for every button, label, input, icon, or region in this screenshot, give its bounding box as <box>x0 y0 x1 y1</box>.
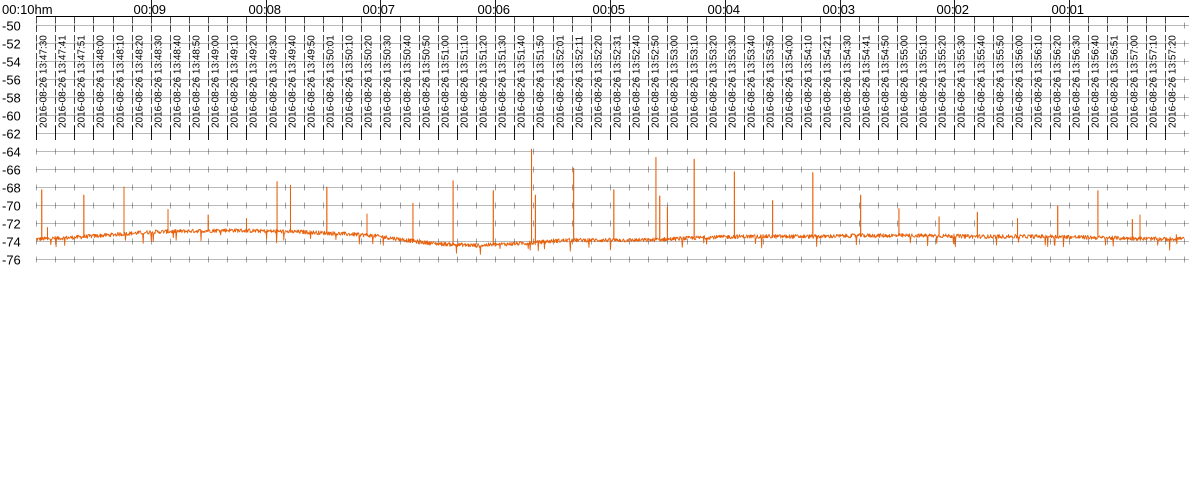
y-tick-label: -62 <box>2 127 21 142</box>
elapsed-label: 00:01 <box>1052 2 1085 17</box>
timestamp-label: 2016-08-26 13:52:11 <box>575 35 586 128</box>
timestamp-label: 2016-08-26 13:48:10 <box>116 35 127 128</box>
timestamp-label: 2016-08-26 13:53:10 <box>690 35 701 128</box>
timestamp-label: 2016-08-26 13:50:50 <box>422 35 433 128</box>
timestamp-label: 2016-08-26 13:48:30 <box>154 35 165 128</box>
elapsed-label: 00:03 <box>823 2 856 17</box>
timestamp-label: 2016-08-26 13:48:20 <box>135 35 146 128</box>
timestamp-label: 2016-08-26 13:55:50 <box>996 35 1007 128</box>
timestamp-label: 2016-08-26 13:54:10 <box>804 35 815 128</box>
elapsed-label: 00:08 <box>249 2 282 17</box>
timestamp-label: 2016-08-26 13:56:20 <box>1053 35 1064 128</box>
timestamp-label: 2016-08-26 13:55:40 <box>977 35 988 128</box>
timestamp-label: 2016-08-26 13:56:30 <box>1072 35 1083 128</box>
timestamp-label: 2016-08-26 13:51:40 <box>517 35 528 128</box>
y-tick-label: -56 <box>2 73 21 88</box>
elapsed-label: 00:07 <box>363 2 396 17</box>
timestamp-label: 2016-08-26 13:54:30 <box>843 35 854 128</box>
timestamp-label: 2016-08-26 13:54:50 <box>881 35 892 128</box>
timestamp-label: 2016-08-26 13:50:30 <box>383 35 394 128</box>
timestamp-label: 2016-08-26 13:51:10 <box>460 35 471 128</box>
timestamp-label: 2016-08-26 13:57:20 <box>1168 35 1179 128</box>
timestamp-label: 2016-08-26 13:54:00 <box>785 35 796 128</box>
timestamp-label: 2016-08-26 13:53:40 <box>747 35 758 128</box>
timestamp-label: 2016-08-26 13:57:10 <box>1149 35 1160 128</box>
y-tick-label: -76 <box>2 253 21 268</box>
timestamp-label: 2016-08-26 13:54:21 <box>823 35 834 128</box>
y-tick-label: -50 <box>2 19 21 34</box>
timestamp-label: 2016-08-26 13:49:50 <box>307 35 318 128</box>
timestamp-label: 2016-08-26 13:55:20 <box>938 35 949 128</box>
timestamp-label: 2016-08-26 13:56:40 <box>1091 35 1102 128</box>
timestamp-label: 2016-08-26 13:48:00 <box>96 35 107 128</box>
y-tick-label: -58 <box>2 91 21 106</box>
timestamp-label: 2016-08-26 13:51:20 <box>479 35 490 128</box>
y-tick-label: -70 <box>2 199 21 214</box>
y-tick-label: -68 <box>2 181 21 196</box>
timestamp-label: 2016-08-26 13:55:00 <box>900 35 911 128</box>
timestamp-label: 2016-08-26 13:49:00 <box>211 35 222 128</box>
timestamp-label: 2016-08-26 13:53:20 <box>709 35 720 128</box>
y-tick-label: -66 <box>2 163 21 178</box>
timestamp-label: 2016-08-26 13:49:40 <box>288 35 299 128</box>
timestamp-label: 2016-08-26 13:49:20 <box>249 35 260 128</box>
timestamp-label: 2016-08-26 13:52:20 <box>594 35 605 128</box>
timestamp-label: 2016-08-26 13:52:31 <box>613 35 624 128</box>
y-tick-label: -60 <box>2 109 21 124</box>
elapsed-label: 00:05 <box>593 2 626 17</box>
timestamp-label: 2016-08-26 13:55:30 <box>957 35 968 128</box>
y-tick-label: -52 <box>2 37 21 52</box>
timestamp-label: 2016-08-26 13:49:10 <box>230 35 241 128</box>
corner-label: 00:10hm <box>2 2 53 17</box>
elapsed-label: 00:06 <box>478 2 511 17</box>
y-tick-label: -54 <box>2 55 21 70</box>
timestamp-label: 2016-08-26 13:52:40 <box>632 35 643 128</box>
timestamp-label: 2016-08-26 13:53:30 <box>728 35 739 128</box>
elapsed-label: 00:02 <box>937 2 970 17</box>
timestamp-label: 2016-08-26 13:51:00 <box>441 35 452 128</box>
timestamp-label: 2016-08-26 13:48:50 <box>192 35 203 128</box>
timestamp-label: 2016-08-26 13:48:40 <box>173 35 184 128</box>
timestamp-label: 2016-08-26 13:56:51 <box>1110 35 1121 128</box>
timestamp-label: 2016-08-26 13:54:41 <box>862 35 873 128</box>
y-tick-label: -72 <box>2 217 21 232</box>
timestamp-label: 2016-08-26 13:49:30 <box>269 35 280 128</box>
y-tick-label: -64 <box>2 145 21 160</box>
timestamp-label: 2016-08-26 13:50:10 <box>345 35 356 128</box>
elapsed-labels: 00:09 00:08 00:07 00:06 00:05 00:04 00:03 00:02… <box>134 2 1085 17</box>
timestamp-label: 2016-08-26 13:47:51 <box>77 35 88 128</box>
elapsed-label: 00:04 <box>708 2 741 17</box>
timestamp-label: 2016-08-26 13:50:01 <box>326 35 337 128</box>
timestamp-label: 2016-08-26 13:57:00 <box>1130 35 1141 128</box>
timestamp-label: 2016-08-26 13:51:50 <box>536 35 547 128</box>
timestamp-label: 2016-08-26 13:55:10 <box>919 35 930 128</box>
elapsed-label: 00:09 <box>134 2 167 17</box>
timestamp-label: 2016-08-26 13:52:50 <box>651 35 662 128</box>
timestamp-label: 2016-08-26 13:47:41 <box>58 35 69 128</box>
timestamp-label: 2016-08-26 13:56:10 <box>1034 35 1045 128</box>
timestamp-label: 2016-08-26 13:56:00 <box>1015 35 1026 128</box>
timestamp-label: 2016-08-26 13:50:20 <box>364 35 375 128</box>
timestamp-label: 2016-08-26 13:50:40 <box>403 35 414 128</box>
timestamp-label: 2016-08-26 13:47:30 <box>39 35 50 128</box>
timestamp-label: 2016-08-26 13:52:01 <box>556 35 567 128</box>
timestamp-label: 2016-08-26 13:53:00 <box>670 35 681 128</box>
timestamp-label: 2016-08-26 13:51:30 <box>498 35 509 128</box>
y-tick-label: -74 <box>2 235 21 250</box>
signal-chart: 00:10hm 00:09 00:08 00:07 00:06 00:05 00:04 00… <box>0 0 1189 489</box>
timestamp-label: 2016-08-26 13:53:50 <box>766 35 777 128</box>
